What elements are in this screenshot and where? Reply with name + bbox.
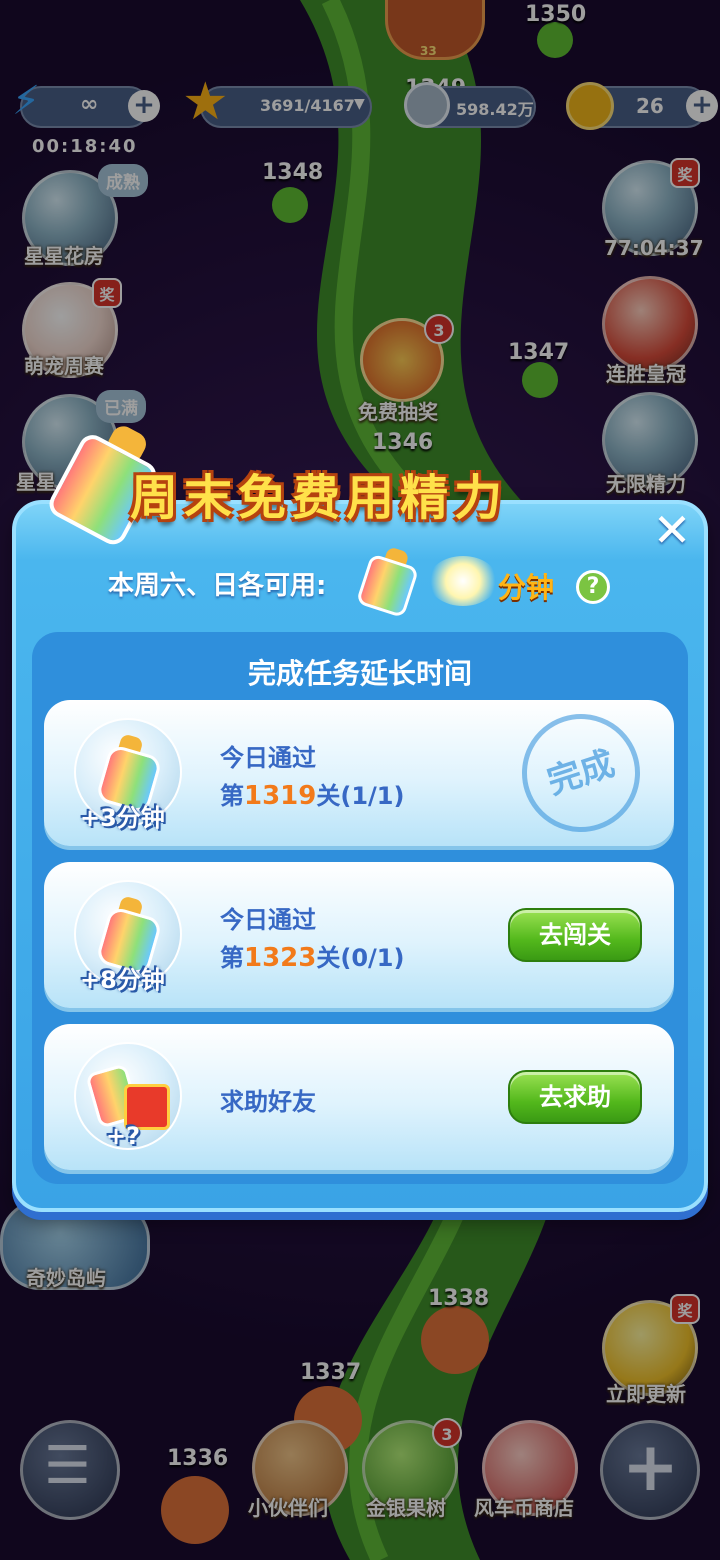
completed-stamp: 完成 xyxy=(506,698,656,848)
task-card: +3分钟 今日通过 第1319关(1/1) 完成 xyxy=(44,698,674,848)
dialog-title: 周末免费用精力 xyxy=(130,470,509,526)
task-section-title: 完成任务延长时间 xyxy=(247,657,472,690)
task-description: 今日通过 xyxy=(220,906,316,934)
task-description: 今日通过 xyxy=(220,744,316,772)
task-level-requirement: 第1319关(1/1) xyxy=(220,781,405,811)
dialog-subtitle: 本周六、日各可用: xyxy=(108,571,327,601)
help-button[interactable]: ? xyxy=(576,570,610,604)
task-bonus: +? xyxy=(106,1122,141,1150)
task-card: +8分钟 今日通过 第1323关(0/1) 去闯关 xyxy=(44,862,674,1008)
close-button[interactable]: ✕ xyxy=(650,507,694,553)
task-bonus: +3分钟 xyxy=(80,804,165,832)
go-play-level-button[interactable]: 去闯关 xyxy=(508,908,642,962)
task-card: +? 求助好友 去求助 xyxy=(44,1024,674,1170)
task-description: 求助好友 xyxy=(220,1088,316,1116)
task-level-requirement: 第1323关(0/1) xyxy=(220,943,405,973)
task-bonus: +8分钟 xyxy=(80,966,165,994)
ask-friends-button[interactable]: 去求助 xyxy=(508,1070,642,1124)
minutes-label: 分钟 xyxy=(498,571,555,604)
sparkle-glow xyxy=(428,556,498,606)
